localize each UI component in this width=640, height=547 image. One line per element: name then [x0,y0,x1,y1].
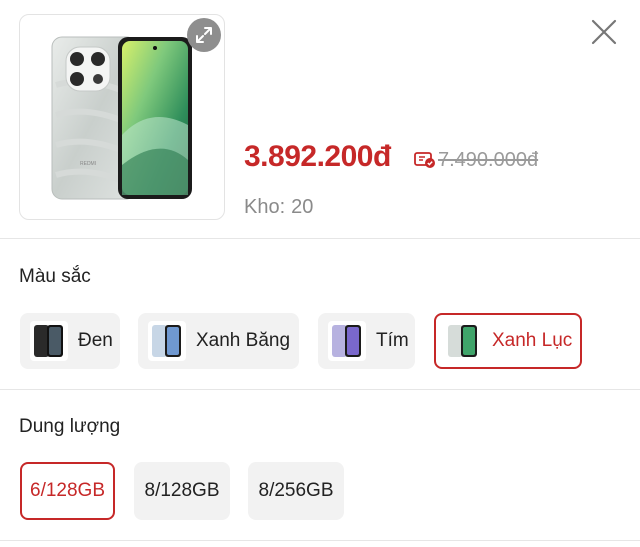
capacity-option-6-128[interactable]: 6/128GB [20,462,115,520]
color-swatch-black [30,321,68,361]
color-option-label: Xanh Lục [492,330,573,351]
svg-text:REDMI: REDMI [80,161,96,167]
divider [0,238,640,239]
expand-icon [196,27,212,43]
close-button[interactable] [586,14,622,50]
capacity-option-8-128[interactable]: 8/128GB [134,462,230,520]
original-price: 7.490.000đ [438,149,539,171]
color-swatch-ice-blue [148,321,186,361]
color-option-label: Đen [78,330,113,351]
color-option-green[interactable]: Xanh Lục [434,313,582,369]
voucher-icon [414,152,435,168]
color-section-title: Màu sắc [19,266,91,287]
color-option-purple[interactable]: Tím [318,313,415,369]
capacity-option-8-256[interactable]: 8/256GB [248,462,344,520]
capacity-section-title: Dung lượng [19,416,121,437]
stock-label: Kho: [244,196,286,218]
expand-button[interactable] [187,18,221,52]
color-option-label: Xanh Băng [196,330,291,351]
color-option-label: Tím [376,330,409,351]
divider [0,389,640,390]
color-option-black[interactable]: Đen [20,313,120,369]
stock-value: 20 [291,196,314,218]
current-price: 3.892.200đ [244,140,391,173]
stock-info: Kho: 20 [244,196,313,219]
color-swatch-green [444,321,482,361]
divider [0,540,640,541]
color-option-ice-blue[interactable]: Xanh Băng [138,313,299,369]
close-icon [591,19,617,45]
color-swatch-purple [328,321,366,361]
